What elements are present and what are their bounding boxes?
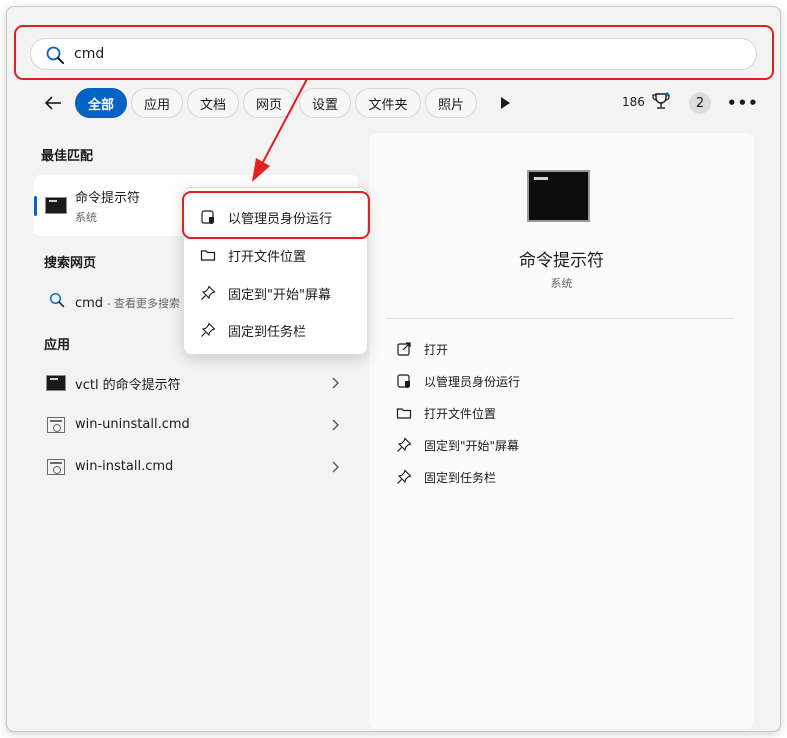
pin-icon	[397, 469, 412, 484]
web-search-query: cmd	[75, 296, 104, 311]
filter-all[interactable]: 全部	[75, 88, 127, 118]
action-open-file-location[interactable]: 打开文件位置	[396, 404, 496, 422]
action-label: 固定到任务栏	[424, 470, 497, 485]
folder-icon	[200, 250, 216, 261]
pin-icon	[201, 322, 216, 337]
ctx-open-file-location[interactable]: 打开文件位置	[200, 245, 306, 265]
web-search-header: 搜索网页	[44, 256, 97, 271]
best-match-header: 最佳匹配	[41, 149, 94, 164]
action-run-as-admin[interactable]: 以管理员身份运行	[396, 372, 520, 390]
back-arrow-icon[interactable]	[42, 92, 64, 114]
pin-icon	[201, 285, 216, 300]
cmd-icon	[45, 197, 67, 214]
app-item-title: win-uninstall.cmd	[75, 417, 190, 432]
ctx-label: 固定到任务栏	[228, 324, 307, 340]
ctx-label: 固定到"开始"屏幕	[228, 287, 331, 303]
web-search-suffix: - 查看更多搜索	[103, 297, 181, 310]
open-external-icon	[397, 342, 411, 356]
shield-icon	[397, 374, 411, 389]
preview-divider	[386, 318, 734, 319]
folder-icon	[396, 408, 412, 419]
rewards-points: 186	[622, 95, 645, 109]
web-search-icon	[49, 292, 65, 308]
chevron-right-icon[interactable]	[330, 461, 340, 473]
action-open[interactable]: 打开	[396, 340, 448, 358]
preview-subtitle: 系统	[550, 277, 573, 290]
best-match-title: 命令提示符	[75, 191, 141, 206]
apps-header: 应用	[44, 338, 71, 353]
action-label: 以管理员身份运行	[424, 374, 521, 389]
filter-documents[interactable]: 文档	[187, 88, 239, 118]
filter-photos[interactable]: 照片	[425, 88, 477, 118]
chevron-right-icon[interactable]	[330, 377, 340, 389]
script-icon	[47, 459, 65, 475]
preview-pane	[369, 133, 754, 729]
action-label: 固定到"开始"屏幕	[424, 438, 520, 453]
search-annotation-box	[14, 25, 774, 80]
more-options-icon[interactable]: •••	[727, 94, 758, 112]
preview-title: 命令提示符	[519, 251, 604, 271]
web-search-item[interactable]: cmd - 查看更多搜索	[75, 292, 180, 311]
ctx-label: 打开文件位置	[228, 249, 307, 265]
app-item-title: vctl 的命令提示符	[75, 378, 181, 393]
more-filters-play-icon[interactable]	[498, 96, 512, 110]
selection-indicator	[34, 196, 37, 216]
action-pin-to-start[interactable]: 固定到"开始"屏幕	[396, 436, 519, 454]
filter-web[interactable]: 网页	[243, 88, 295, 118]
ctx-pin-to-start[interactable]: 固定到"开始"屏幕	[200, 283, 331, 303]
chevron-right-icon[interactable]	[330, 419, 340, 431]
account-badge[interactable]: 2	[689, 92, 711, 114]
ctx-pin-to-taskbar[interactable]: 固定到任务栏	[200, 320, 306, 340]
best-match-subtitle: 系统	[75, 211, 97, 224]
filter-apps[interactable]: 应用	[131, 88, 183, 118]
app-item-title: win-install.cmd	[75, 459, 174, 474]
run-as-admin-annotation-box	[182, 191, 370, 239]
rewards-trophy-icon[interactable]	[652, 92, 670, 112]
action-pin-to-taskbar[interactable]: 固定到任务栏	[396, 468, 496, 486]
filter-settings[interactable]: 设置	[299, 88, 351, 118]
action-label: 打开	[424, 342, 449, 357]
filter-folders[interactable]: 文件夹	[355, 88, 421, 118]
cmd-large-icon	[527, 170, 590, 222]
cmd-icon	[46, 375, 66, 391]
script-icon	[47, 417, 65, 433]
action-label: 打开文件位置	[424, 406, 497, 421]
pin-icon	[397, 437, 412, 452]
